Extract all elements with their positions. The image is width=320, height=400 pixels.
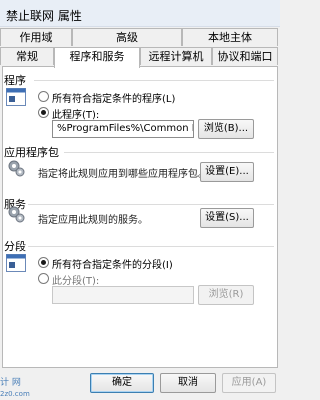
program-path-input[interactable]: %ProgramFiles%\Common Files\S	[52, 120, 194, 138]
tab-row-bottom: 常规 程序和服务 远程计算机 协议和端口	[0, 47, 280, 68]
watermark-url: 2z0.com	[0, 390, 30, 398]
program-window-icon	[6, 88, 26, 109]
program-this-label: 此程序(T):	[52, 110, 100, 121]
services-divider	[28, 204, 274, 205]
program-this-radio[interactable]	[38, 107, 49, 118]
fragment-browse-button[interactable]: 浏览(R)	[198, 285, 254, 305]
tab-scope[interactable]: 作用域	[0, 28, 72, 46]
fragment-window-icon	[6, 254, 26, 275]
tab-local-principals[interactable]: 本地主体	[182, 28, 278, 46]
tab-programs-services[interactable]: 程序和服务	[54, 47, 140, 68]
fragment-all-radio[interactable]	[38, 257, 49, 268]
app-package-divider	[64, 152, 274, 153]
fragment-this-radio[interactable]	[38, 273, 49, 284]
services-description: 指定应用此规则的服务。	[38, 215, 148, 226]
window-title: 禁止联网 属性	[6, 9, 82, 23]
app-package-description: 指定将此规则应用到哪些应用程序包。	[38, 169, 208, 180]
tab-protocols-ports[interactable]: 协议和端口	[212, 47, 278, 65]
cancel-button[interactable]: 取消	[160, 373, 216, 393]
program-all-radio[interactable]	[38, 91, 49, 102]
services-gear-icon	[6, 204, 26, 227]
app-package-settings-button[interactable]: 设置(E)...	[200, 162, 254, 182]
programs-section-label: 程序	[4, 74, 26, 87]
tab-advanced[interactable]: 高级	[72, 28, 182, 46]
title-bar: 禁止联网 属性	[0, 0, 280, 27]
apply-button[interactable]: 应用(A)	[222, 373, 276, 393]
fragment-this-label: 此分段(T):	[52, 276, 100, 287]
ok-button[interactable]: 确定	[90, 373, 154, 393]
program-all-label: 所有符合指定条件的程序(L)	[52, 94, 176, 105]
program-browse-button[interactable]: 浏览(B)...	[198, 119, 254, 139]
fragment-section-label: 分段	[4, 240, 26, 253]
fragment-path-input[interactable]	[52, 286, 194, 304]
programs-divider	[34, 80, 274, 81]
app-package-gear-icon	[6, 158, 26, 181]
fragment-divider	[28, 246, 274, 247]
tab-remote-computers[interactable]: 远程计算机	[140, 47, 212, 65]
tab-general[interactable]: 常规	[0, 47, 54, 65]
services-settings-button[interactable]: 设置(S)...	[200, 208, 254, 228]
watermark-text: 计 网	[0, 378, 21, 388]
tab-row-top: 作用域 高级 本地主体	[0, 28, 280, 48]
fragment-all-label: 所有符合指定条件的分段(I)	[52, 260, 173, 271]
